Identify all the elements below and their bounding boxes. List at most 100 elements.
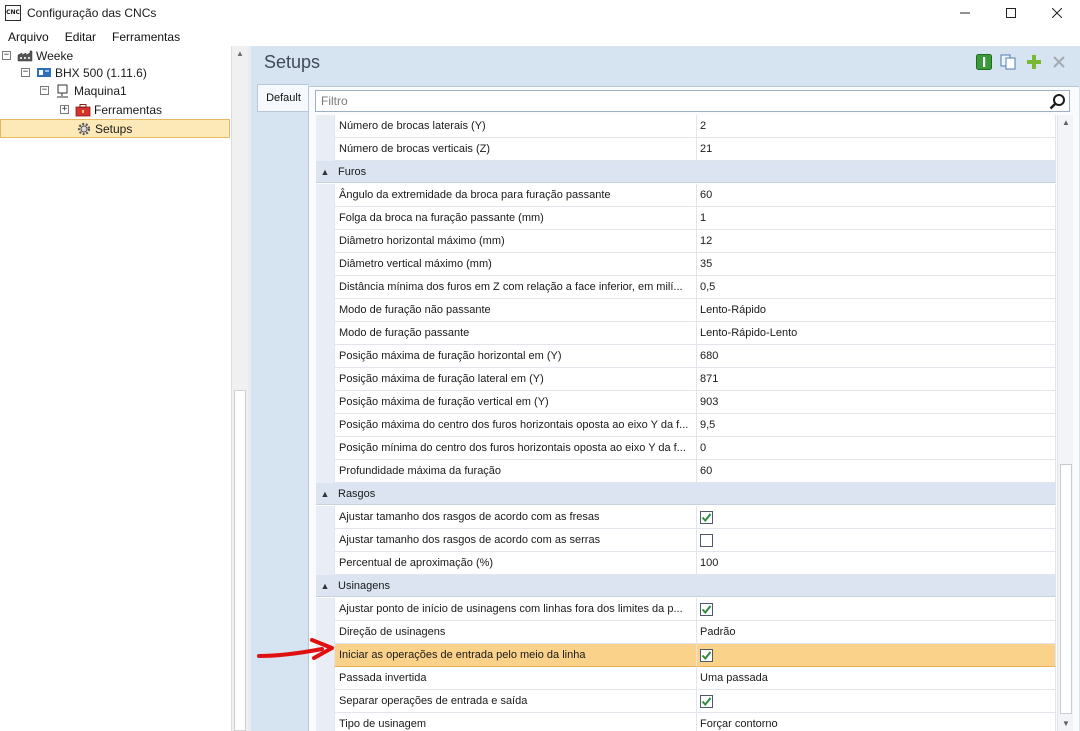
property-row[interactable]: Modo de furação não passante Lento-Rápido xyxy=(316,299,1056,322)
row-gutter xyxy=(316,230,334,253)
property-value[interactable]: 871 xyxy=(696,368,1056,391)
menu-arquivo[interactable]: Arquivo xyxy=(0,30,57,44)
property-value[interactable]: Uma passada xyxy=(696,667,1056,690)
property-name: Ajustar tamanho dos rasgos de acordo com… xyxy=(334,506,696,529)
checkbox-unchecked[interactable] xyxy=(700,533,713,547)
checkbox-checked[interactable] xyxy=(700,648,713,662)
collapse-toggle[interactable]: − xyxy=(21,68,30,77)
property-row[interactable]: Ajustar ponto de início de usinagens com… xyxy=(316,598,1056,621)
property-row[interactable]: Passada invertida Uma passada xyxy=(316,667,1056,690)
checkbox-checked[interactable] xyxy=(700,694,713,708)
property-row[interactable]: Modo de furação passante Lento-Rápido-Len… xyxy=(316,322,1056,345)
tree-scrollbar[interactable]: ▲ xyxy=(231,46,248,731)
tree-item-bhx500[interactable]: − BHX 500 (1.11.6) xyxy=(21,63,147,82)
menu-ferramentas[interactable]: Ferramentas xyxy=(104,30,188,44)
property-row[interactable]: Iniciar as operações de entrada pelo mei… xyxy=(316,644,1056,667)
tree-item-setups[interactable]: Setups xyxy=(0,119,230,138)
collapse-toggle[interactable]: − xyxy=(40,86,49,95)
scroll-down-arrow[interactable]: ▼ xyxy=(1058,716,1074,731)
property-value[interactable]: 100 xyxy=(696,552,1056,575)
property-value-checkbox[interactable] xyxy=(696,598,1056,621)
tree-item-label: Ferramentas xyxy=(94,102,163,117)
property-area: Filtro Número de brocas laterais (Y) 2 Núm… xyxy=(308,86,1079,731)
info-icon xyxy=(975,53,992,70)
property-value[interactable]: 60 xyxy=(696,184,1056,207)
property-value[interactable]: 0,5 xyxy=(696,276,1056,299)
property-value[interactable]: 60 xyxy=(696,460,1056,483)
tree-item-ferramentas[interactable]: + Ferramentas xyxy=(60,100,162,119)
property-row[interactable]: Diâmetro vertical máximo (mm) 35 xyxy=(316,253,1056,276)
toolbox-icon xyxy=(75,103,91,117)
property-value[interactable]: 1 xyxy=(696,207,1056,230)
property-value-checkbox[interactable] xyxy=(696,529,1056,552)
property-value-checkbox[interactable] xyxy=(696,690,1056,713)
tree-item-maquina1[interactable]: − Maquina1 xyxy=(40,81,127,100)
category-header[interactable]: ▲ Furos xyxy=(316,161,1056,183)
property-row[interactable]: Folga da broca na furação passante (mm) 1 xyxy=(316,207,1056,230)
property-value[interactable]: 0 xyxy=(696,437,1056,460)
category-header[interactable]: ▲ Usinagens xyxy=(316,575,1056,597)
property-row[interactable]: Posição máxima de furação vertical em (Y… xyxy=(316,391,1056,414)
property-value[interactable]: Lento-Rápido xyxy=(696,299,1056,322)
scroll-up-arrow[interactable]: ▲ xyxy=(232,46,248,62)
property-value[interactable]: 903 xyxy=(696,391,1056,414)
property-value[interactable]: 2 xyxy=(696,115,1056,138)
property-value-checkbox[interactable] xyxy=(696,644,1056,667)
property-row[interactable]: Percentual de aproximação (%) 100 xyxy=(316,552,1056,575)
expand-toggle[interactable]: + xyxy=(60,105,69,114)
add-button[interactable] xyxy=(1024,53,1043,70)
collapse-chevron-icon[interactable]: ▲ xyxy=(316,489,334,499)
property-name: Modo de furação passante xyxy=(334,322,696,345)
grid-scrollbar[interactable]: ▲ ▼ xyxy=(1057,115,1073,731)
property-row[interactable]: Ajustar tamanho dos rasgos de acordo com… xyxy=(316,506,1056,529)
property-row[interactable]: Distância mínima dos furos em Z com rela… xyxy=(316,276,1056,299)
checkbox-checked[interactable] xyxy=(700,602,713,616)
search-icon[interactable] xyxy=(1049,93,1066,113)
tab-default[interactable]: Default xyxy=(257,84,309,112)
property-value[interactable]: 680 xyxy=(696,345,1056,368)
property-row[interactable]: Ângulo da extremidade da broca para fura… xyxy=(316,184,1056,207)
category-header[interactable]: ▲ Rasgos xyxy=(316,483,1056,505)
property-value[interactable]: Padrão xyxy=(696,621,1056,644)
scroll-up-arrow[interactable]: ▲ xyxy=(1058,115,1074,131)
collapse-chevron-icon[interactable]: ▲ xyxy=(316,167,334,177)
property-value[interactable]: 12 xyxy=(696,230,1056,253)
property-name: Posição máxima de furação vertical em (Y… xyxy=(334,391,696,414)
property-row[interactable]: Separar operações de entrada e saída xyxy=(316,690,1056,713)
property-name: Percentual de aproximação (%) xyxy=(334,552,696,575)
property-row[interactable]: Profundidade máxima da furação 60 xyxy=(316,460,1056,483)
tree-item-label: Weeke xyxy=(36,48,74,63)
minimize-button[interactable] xyxy=(942,0,988,26)
scroll-thumb[interactable] xyxy=(1060,464,1072,714)
property-row[interactable]: Direção de usinagens Padrão xyxy=(316,621,1056,644)
maximize-button[interactable] xyxy=(988,0,1034,26)
delete-button[interactable] xyxy=(1049,53,1068,70)
duplicate-button[interactable] xyxy=(999,53,1018,70)
property-value[interactable]: 9,5 xyxy=(696,414,1056,437)
scroll-thumb[interactable] xyxy=(234,390,246,731)
property-row[interactable]: Posição mínima do centro dos furos horiz… xyxy=(316,437,1056,460)
property-row[interactable]: Número de brocas laterais (Y) 2 xyxy=(316,115,1056,138)
collapse-toggle[interactable]: − xyxy=(2,51,11,60)
property-value[interactable]: 21 xyxy=(696,138,1056,161)
close-button[interactable] xyxy=(1034,0,1080,26)
property-row[interactable]: Posição máxima de furação horizontal em … xyxy=(316,345,1056,368)
property-row[interactable]: Ajustar tamanho dos rasgos de acordo com… xyxy=(316,529,1056,552)
property-row[interactable]: Tipo de usinagem Forçar contorno xyxy=(316,713,1056,731)
property-value-checkbox[interactable] xyxy=(696,506,1056,529)
collapse-chevron-icon[interactable]: ▲ xyxy=(316,581,334,591)
property-row[interactable]: Posição máxima de furação lateral em (Y)… xyxy=(316,368,1056,391)
row-gutter xyxy=(316,115,334,138)
checkmark-icon xyxy=(701,650,712,660)
property-value[interactable]: Forçar contorno xyxy=(696,713,1056,731)
checkbox-checked[interactable] xyxy=(700,510,713,524)
property-value[interactable]: 35 xyxy=(696,253,1056,276)
row-gutter xyxy=(316,184,334,207)
filter-input[interactable]: Filtro xyxy=(315,90,1070,112)
property-row[interactable]: Número de brocas verticais (Z) 21 xyxy=(316,138,1056,161)
property-row[interactable]: Posição máxima do centro dos furos horiz… xyxy=(316,414,1056,437)
property-row[interactable]: Diâmetro horizontal máximo (mm) 12 xyxy=(316,230,1056,253)
info-button[interactable] xyxy=(974,53,993,70)
menu-editar[interactable]: Editar xyxy=(57,30,104,44)
property-value[interactable]: Lento-Rápido-Lento xyxy=(696,322,1056,345)
